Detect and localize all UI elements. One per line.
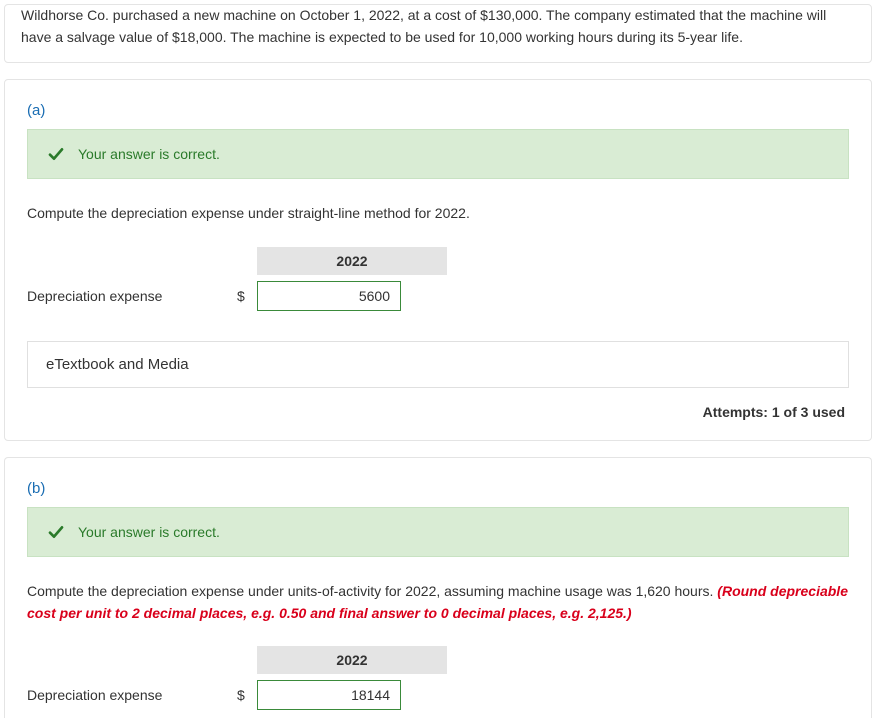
attempts-text: Attempts: 1 of 3 used	[27, 388, 849, 420]
success-text: Your answer is correct.	[78, 146, 220, 162]
part-a-card: (a) Your answer is correct. Compute the …	[4, 79, 872, 441]
depreciation-input[interactable]	[257, 680, 401, 710]
answer-table: 2022 Depreciation expense $	[27, 247, 849, 311]
answer-row: Depreciation expense $	[27, 680, 849, 710]
etextbook-media-button[interactable]: eTextbook and Media	[27, 341, 849, 388]
row-label: Depreciation expense	[27, 687, 237, 703]
success-banner: Your answer is correct.	[27, 129, 849, 179]
depreciation-input[interactable]	[257, 281, 401, 311]
success-banner: Your answer is correct.	[27, 507, 849, 557]
part-b-label: (b)	[5, 458, 871, 507]
instruction-plain: Compute the depreciation expense under u…	[27, 583, 717, 599]
part-a-instruction: Compute the depreciation expense under s…	[27, 203, 849, 225]
problem-text: Wildhorse Co. purchased a new machine on…	[5, 5, 871, 62]
check-icon	[48, 146, 64, 162]
part-b-instruction: Compute the depreciation expense under u…	[27, 581, 849, 624]
row-label: Depreciation expense	[27, 288, 237, 304]
problem-card: Wildhorse Co. purchased a new machine on…	[4, 4, 872, 63]
year-header: 2022	[257, 247, 447, 275]
year-header: 2022	[257, 646, 447, 674]
success-text: Your answer is correct.	[78, 524, 220, 540]
answer-row: Depreciation expense $	[27, 281, 849, 311]
part-b-card: (b) Your answer is correct. Compute the …	[4, 457, 872, 718]
answer-table: 2022 Depreciation expense $	[27, 646, 849, 710]
currency-symbol: $	[237, 288, 257, 304]
part-a-label: (a)	[5, 80, 871, 129]
check-icon	[48, 524, 64, 540]
currency-symbol: $	[237, 687, 257, 703]
